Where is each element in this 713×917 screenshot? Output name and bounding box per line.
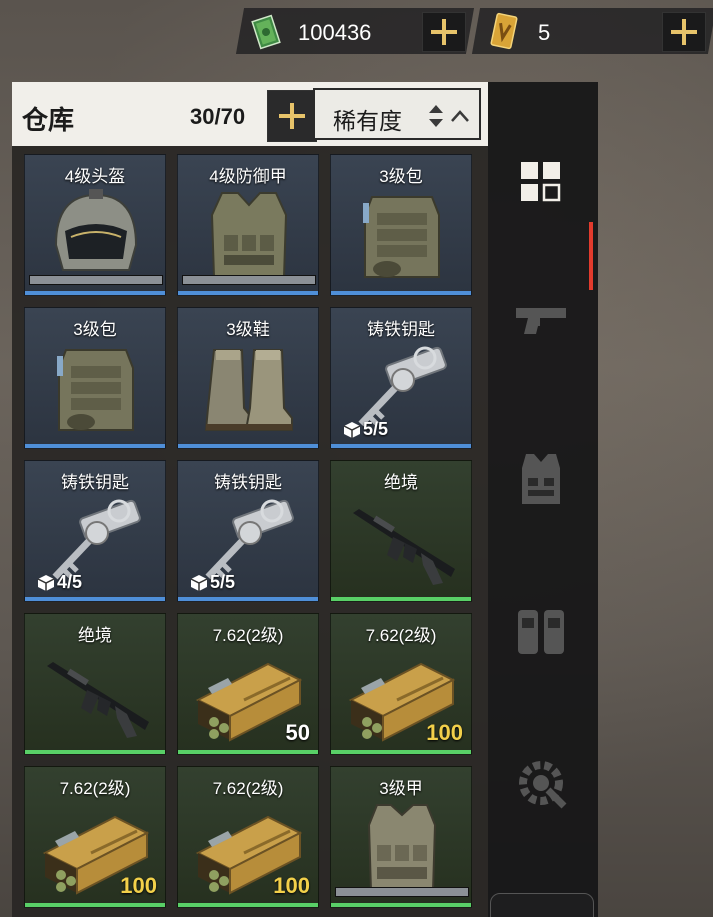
uses-counter: 5/5 (343, 419, 388, 440)
gold-ticket-icon (490, 12, 518, 50)
durability-bar (29, 275, 163, 285)
item-name: 铸铁钥匙 (214, 473, 282, 492)
inventory-slot[interactable]: 3级甲 (330, 766, 472, 908)
item-name: 7.62(2级) (212, 779, 284, 798)
backpack-icon (347, 185, 457, 285)
rarity-bar (25, 291, 165, 295)
sort-dropdown[interactable]: 稀有度 (313, 88, 481, 140)
vest-icon (347, 797, 457, 897)
durability-fill (336, 888, 468, 896)
item-name: 铸铁钥匙 (61, 473, 129, 492)
rarity-bar (178, 750, 318, 754)
uses-counter: 4/5 (37, 572, 82, 593)
inventory-slot[interactable]: 7.62(2级) 100 (177, 766, 319, 908)
item-name: 3级包 (379, 167, 423, 186)
cash-value: 100436 (298, 20, 372, 45)
item-name: 3级甲 (379, 779, 423, 798)
inventory-slot[interactable]: 绝境 (330, 460, 472, 602)
uses-value: 5/5 (210, 572, 236, 592)
pistol-icon (516, 308, 566, 334)
rarity-bar (178, 444, 318, 448)
item-name: 7.62(2级) (212, 626, 284, 645)
item-name: 7.62(2级) (365, 626, 437, 645)
item-name: 4级头盔 (64, 167, 126, 186)
rarity-bar (331, 750, 471, 754)
inventory-slot[interactable]: 绝境 (24, 613, 166, 755)
rarity-bar (25, 903, 165, 907)
backpack-tab[interactable] (510, 600, 572, 662)
item-name: 绝境 (78, 626, 112, 645)
inventory-slot[interactable]: 3级包 (24, 307, 166, 449)
warehouse-header: 仓库 30/70 稀有度 (12, 82, 488, 146)
inventory-slot[interactable]: 4级防御甲 (177, 154, 319, 296)
rarity-bar (178, 291, 318, 295)
token-value: 5 (538, 20, 551, 45)
inventory-slot[interactable]: 铸铁钥匙 5/5 (177, 460, 319, 602)
rarity-bar (331, 291, 471, 295)
item-name: 3级鞋 (226, 320, 270, 339)
inventory-slot[interactable]: 7.62(2级) 50 (177, 613, 319, 755)
expand-capacity-button[interactable] (267, 90, 317, 142)
vest-icon (522, 454, 560, 504)
body-armor-icon (194, 185, 304, 285)
mods-tab[interactable] (510, 752, 572, 814)
durability-bar (335, 887, 469, 897)
weapons-tab[interactable] (510, 294, 572, 356)
inventory-slot[interactable]: 铸铁钥匙 5/5 (330, 307, 472, 449)
capacity-counter: 30/70 (190, 104, 246, 129)
stack-quantity: 100 (120, 873, 157, 898)
rarity-bar (331, 444, 471, 448)
active-tab-indicator (589, 222, 593, 290)
cash-stack-icon (251, 14, 281, 50)
inventory-slot[interactable]: 铸铁钥匙 4/5 (24, 460, 166, 602)
rarity-bar (178, 597, 318, 601)
sort-label: 稀有度 (333, 108, 402, 134)
rifle-icon (347, 491, 457, 591)
rarity-bar (25, 444, 165, 448)
stack-quantity: 50 (285, 720, 310, 745)
rifle-icon (41, 644, 151, 744)
item-name: 4级防御甲 (209, 167, 287, 186)
rarity-bar (25, 597, 165, 601)
sort-order-icon (429, 105, 443, 127)
inventory-slot[interactable]: 4级头盔 (24, 154, 166, 296)
helmet-icon (41, 185, 151, 285)
all-items-tab[interactable] (510, 150, 572, 212)
cube-icon (343, 421, 361, 438)
chevron-up-icon (451, 110, 469, 122)
item-name: 绝境 (384, 473, 418, 492)
item-name: 7.62(2级) (59, 779, 131, 798)
inventory-slot[interactable]: 7.62(2级) 100 (330, 613, 472, 755)
durability-fill (183, 276, 315, 284)
rarity-bar (331, 597, 471, 601)
cube-icon (37, 574, 55, 591)
add-cash-button[interactable] (422, 12, 466, 52)
cube-icon (190, 574, 208, 591)
rarity-bar (178, 903, 318, 907)
page-title: 仓库 (22, 105, 75, 135)
item-name: 铸铁钥匙 (367, 320, 435, 339)
uses-value: 4/5 (57, 572, 83, 592)
inventory-slot[interactable]: 3级鞋 (177, 307, 319, 449)
rarity-bar (25, 750, 165, 754)
inventory-slot[interactable]: 3级包 (330, 154, 472, 296)
sidebar-footer-tab[interactable] (490, 893, 594, 917)
pouches-icon (518, 610, 564, 654)
stack-quantity: 100 (273, 873, 310, 898)
item-name: 3级包 (73, 320, 117, 339)
uses-counter: 5/5 (190, 572, 235, 593)
stack-quantity: 100 (426, 720, 463, 745)
category-sidebar (488, 82, 598, 917)
inventory-slot[interactable]: 7.62(2级) 100 (24, 766, 166, 908)
wrench-gear-icon (519, 761, 567, 809)
durability-fill (30, 276, 162, 284)
uses-value: 5/5 (363, 419, 389, 439)
durability-bar (182, 275, 316, 285)
backpack-icon (41, 338, 151, 438)
add-token-button[interactable] (662, 12, 706, 52)
armor-tab[interactable] (510, 448, 572, 510)
rarity-bar (331, 903, 471, 907)
boots-icon (194, 338, 304, 438)
grid-icon (521, 162, 561, 202)
